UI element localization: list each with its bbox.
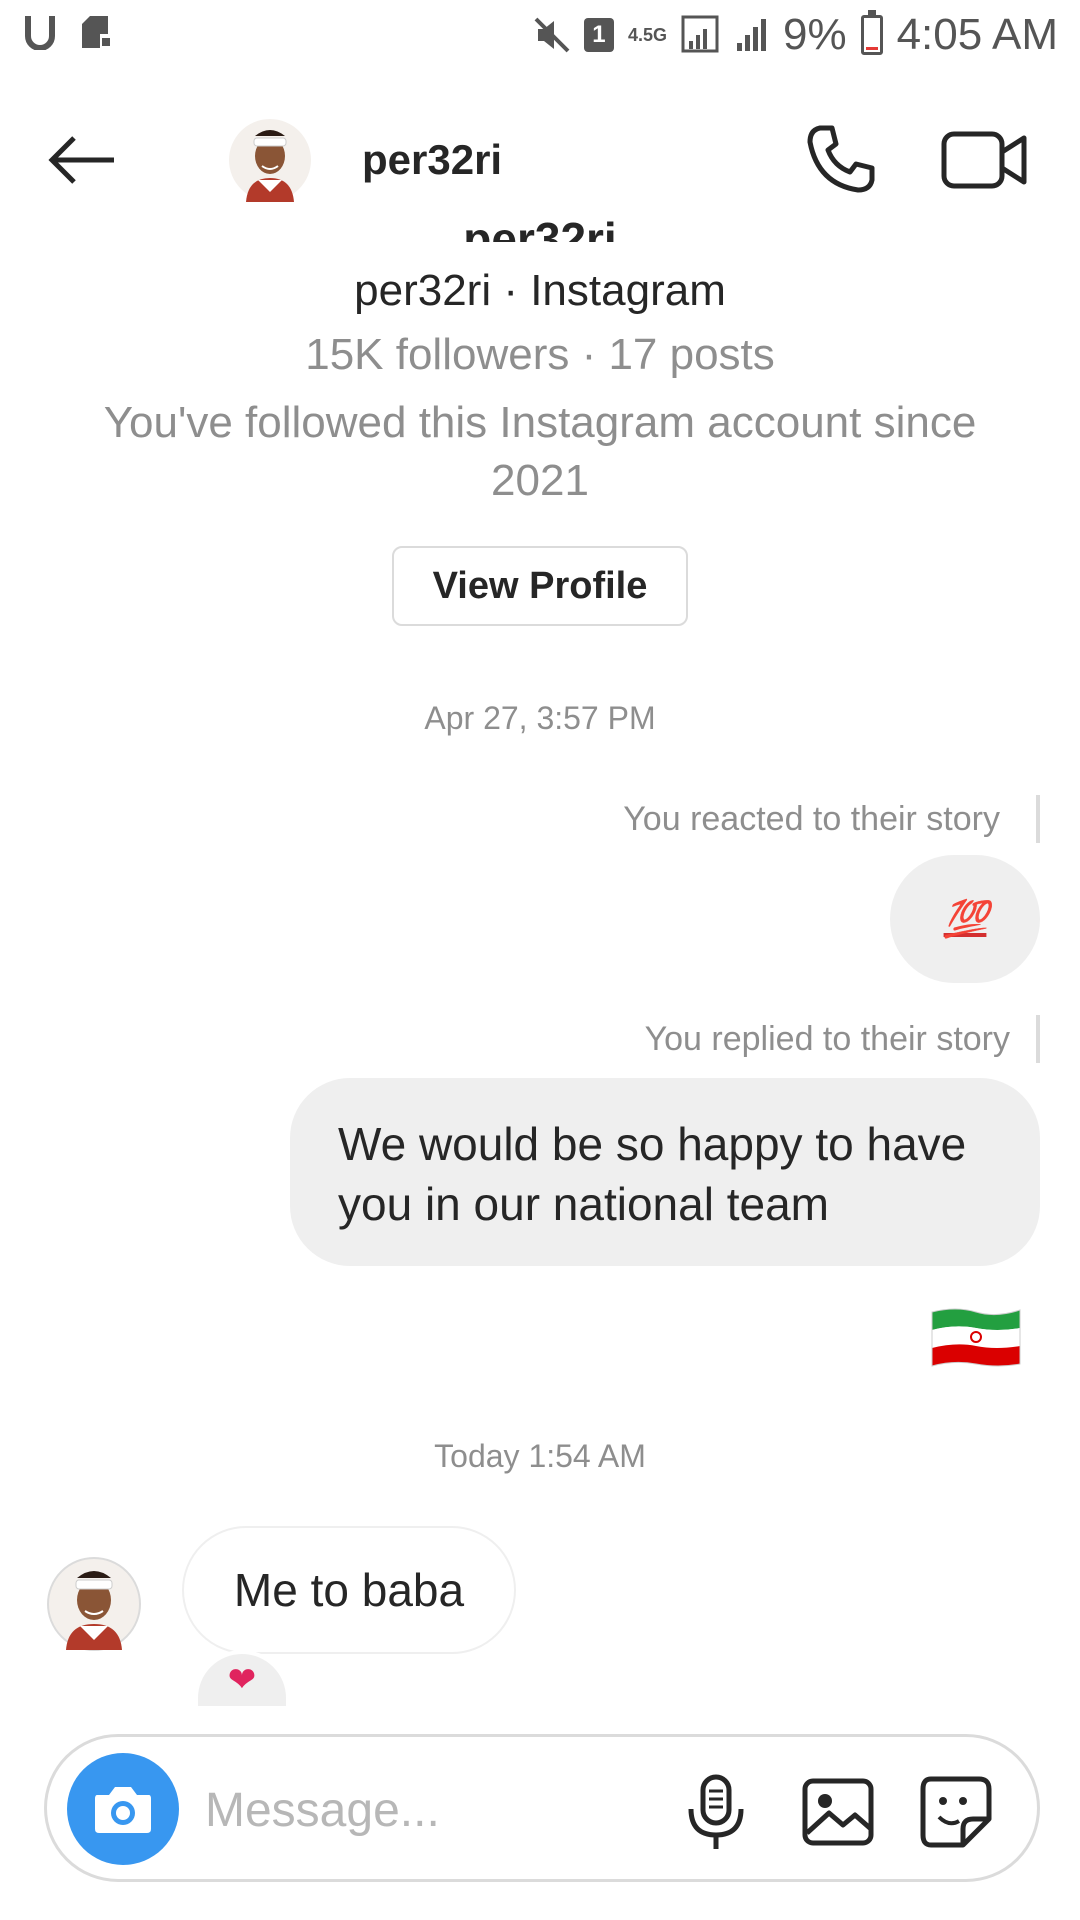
follow-since-text: You've followed this Instagram account s… [103,398,977,505]
story-reference-bar [1036,795,1040,843]
status-right-icons: 1 4.5G 9% 4:05 AM [534,10,1058,60]
incoming-message[interactable]: Me to baba [182,1526,516,1654]
story-reference-bar [1036,1015,1040,1063]
sender-avatar[interactable] [46,1556,142,1652]
voice-message-button[interactable] [681,1773,751,1853]
avatar-illustration [47,1557,141,1651]
video-call-button[interactable] [940,120,1030,200]
battery-icon [860,10,883,55]
header-avatar[interactable] [228,118,312,202]
profile-stats: 15K followers · 17 posts [305,330,775,379]
profile-name-cutoff: per32ri [463,213,617,242]
gallery-icon [802,1778,874,1846]
reply-message[interactable]: We would be so happy to have you in our … [290,1078,1040,1266]
sd-card-icon [82,16,112,48]
sim-badge: 1 [583,18,614,52]
sticker-button[interactable] [917,1773,997,1853]
iran-flag-icon [931,1308,1021,1367]
signal-bars-icon [736,19,766,51]
microphone-icon [688,1774,744,1849]
status-time: 4:05 AM [896,10,1058,59]
iran-flag-message[interactable] [928,1304,1024,1372]
camera-button[interactable] [67,1753,179,1865]
reaction-message[interactable]: 💯 [890,855,1040,983]
camera-icon [95,1787,151,1833]
hundred-points-emoji: 💯 [943,898,989,939]
heart-icon: ❤ [227,1661,257,1699]
message-input[interactable] [203,1767,687,1853]
status-left-icons [24,14,114,50]
message-composer [44,1734,1040,1882]
phone-icon [807,125,875,193]
audio-call-button[interactable] [800,120,880,200]
story-reply-note: You replied to their story [644,1020,1010,1058]
video-camera-icon [941,131,1027,189]
u-icon [25,16,55,50]
signal-icon [681,15,719,53]
status-bar: 1 4.5G 9% 4:05 AM [0,0,1080,78]
mute-icon [534,17,570,53]
profile-handle: per32ri · Instagram [354,266,726,315]
chat-header: per32ri [0,90,1080,230]
timestamp: Today 1:54 AM [434,1438,646,1474]
header-username[interactable]: per32ri [362,136,502,184]
timestamp: Apr 27, 3:57 PM [424,700,656,736]
avatar-illustration [229,119,311,202]
gallery-button[interactable] [799,1773,879,1853]
sticker-icon [920,1776,992,1848]
back-button[interactable] [40,120,120,200]
heart-reaction[interactable]: ❤ [194,1650,290,1710]
back-arrow-icon [48,136,114,184]
network-type-label: 4.5G [627,25,667,45]
story-reaction-note: You reacted to their story [623,800,1000,838]
battery-percent: 9% [782,10,847,59]
view-profile-button[interactable]: View Profile [392,546,688,626]
